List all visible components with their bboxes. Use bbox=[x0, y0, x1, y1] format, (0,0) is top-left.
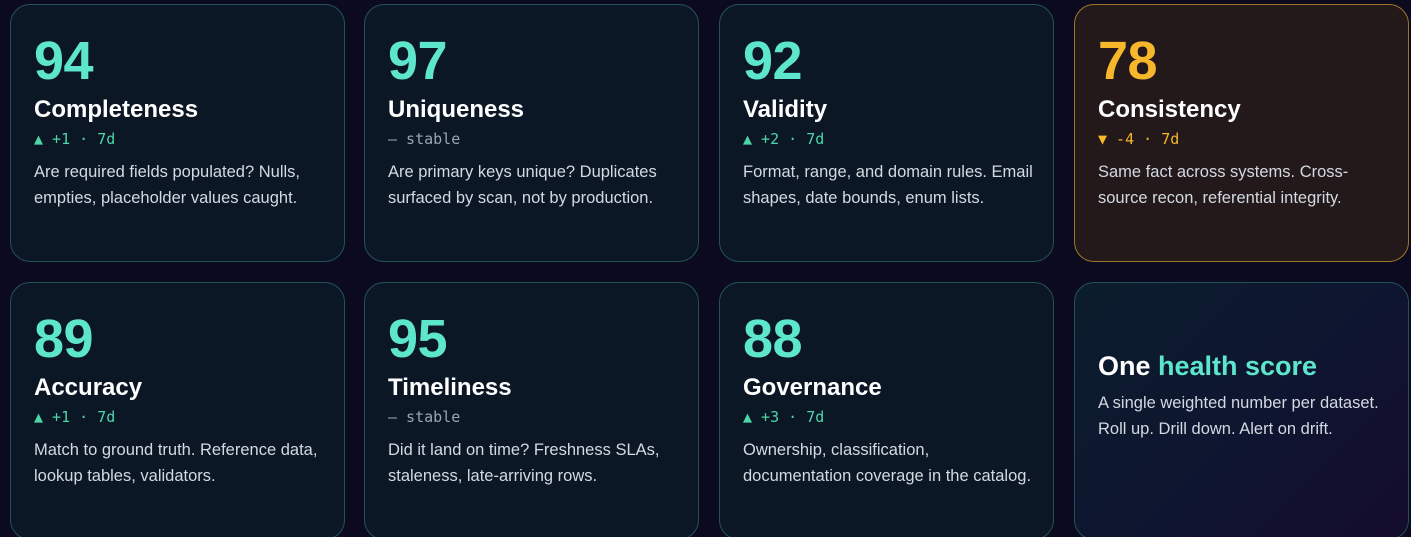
validity-title: Validity bbox=[743, 96, 828, 123]
timeliness-description: Did it land on time? Freshness SLAs, sta… bbox=[388, 441, 660, 485]
accuracy-trend: ▲ +1 · 7d bbox=[34, 408, 116, 426]
completeness-card[interactable]: 94 Completeness ▲ +1 · 7d Are required f… bbox=[10, 4, 345, 262]
validity-description: Format, range, and domain rules. Email s… bbox=[743, 163, 1033, 207]
health-score-title-accent: health score bbox=[1158, 351, 1318, 381]
consistency-card[interactable]: 78 Consistency ▼ -4 · 7d Same fact acros… bbox=[1074, 4, 1409, 262]
health-score-summary-card[interactable]: One health score A single weighted numbe… bbox=[1074, 282, 1409, 537]
uniqueness-trend: — stable bbox=[388, 130, 461, 148]
consistency-description: Same fact across systems. Cross-source r… bbox=[1098, 163, 1349, 207]
governance-description: Ownership, classification, documentation… bbox=[743, 441, 1032, 485]
consistency-score: 78 bbox=[1098, 31, 1158, 91]
uniqueness-score: 97 bbox=[388, 31, 448, 91]
health-score-title: One health score bbox=[1098, 350, 1317, 382]
timeliness-card[interactable]: 95 Timeliness — stable Did it land on ti… bbox=[364, 282, 699, 537]
completeness-score: 94 bbox=[34, 31, 94, 91]
consistency-trend: ▼ -4 · 7d bbox=[1098, 130, 1180, 148]
uniqueness-card[interactable]: 97 Uniqueness — stable Are primary keys … bbox=[364, 4, 699, 262]
accuracy-title: Accuracy bbox=[34, 374, 143, 401]
timeliness-title: Timeliness bbox=[388, 374, 512, 401]
accuracy-description: Match to ground truth. Reference data, l… bbox=[34, 441, 318, 485]
completeness-description: Are required fields populated? Nulls, em… bbox=[34, 163, 300, 207]
accuracy-card[interactable]: 89 Accuracy ▲ +1 · 7d Match to ground tr… bbox=[10, 282, 345, 537]
validity-trend: ▲ +2 · 7d bbox=[743, 130, 825, 148]
consistency-title: Consistency bbox=[1098, 96, 1241, 123]
uniqueness-description: Are primary keys unique? Duplicates surf… bbox=[388, 163, 657, 207]
governance-trend: ▲ +3 · 7d bbox=[743, 408, 825, 426]
governance-score: 88 bbox=[743, 309, 803, 369]
health-score-description: A single weighted number per dataset. Ro… bbox=[1098, 394, 1379, 438]
timeliness-trend: — stable bbox=[388, 408, 461, 426]
uniqueness-title: Uniqueness bbox=[388, 96, 525, 123]
validity-score: 92 bbox=[743, 31, 803, 91]
quality-dimensions-grid: 94 Completeness ▲ +1 · 7d Are required f… bbox=[0, 0, 1411, 537]
governance-title: Governance bbox=[743, 374, 882, 401]
completeness-trend: ▲ +1 · 7d bbox=[34, 130, 116, 148]
accuracy-score: 89 bbox=[34, 309, 94, 369]
validity-card[interactable]: 92 Validity ▲ +2 · 7d Format, range, and… bbox=[719, 4, 1054, 262]
timeliness-score: 95 bbox=[388, 309, 448, 369]
governance-card[interactable]: 88 Governance ▲ +3 · 7d Ownership, class… bbox=[719, 282, 1054, 537]
completeness-title: Completeness bbox=[34, 96, 199, 123]
health-score-title-lead: One bbox=[1098, 351, 1159, 381]
